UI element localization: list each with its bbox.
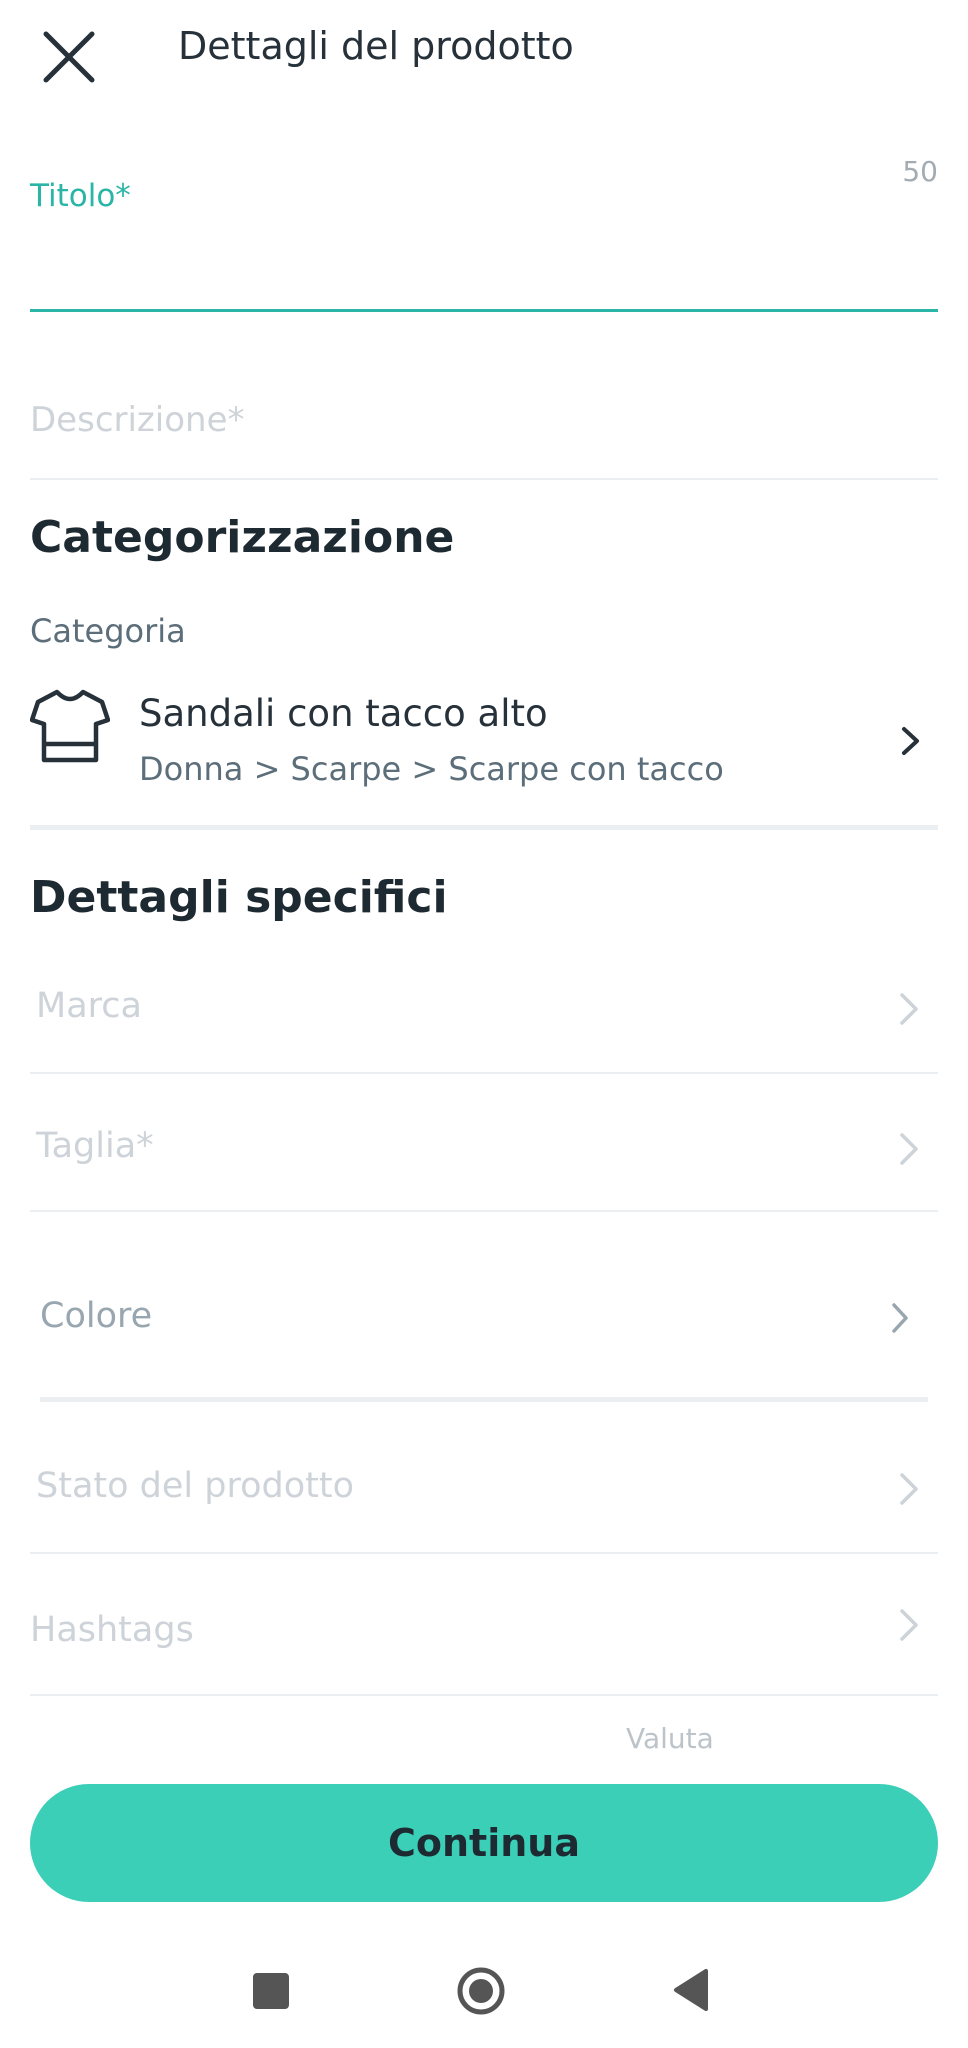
- brand-selector[interactable]: Marca: [30, 940, 938, 1074]
- home-button-icon[interactable]: [455, 1965, 507, 2017]
- hashtags-label: Hashtags: [30, 1610, 194, 1650]
- tshirt-icon: [30, 689, 110, 763]
- chevron-right-icon: [902, 727, 919, 755]
- title-input[interactable]: [30, 220, 938, 312]
- description-field[interactable]: Descrizione*: [30, 360, 938, 480]
- color-selector[interactable]: Colore: [40, 1240, 928, 1402]
- page-title: Dettagli del prodotto: [178, 24, 574, 68]
- size-selector[interactable]: Taglia*: [30, 1074, 938, 1212]
- continue-button[interactable]: Continua: [30, 1784, 938, 1902]
- chevron-right-icon: [900, 1609, 918, 1641]
- chevron-right-icon: [892, 1303, 908, 1333]
- hashtags-selector[interactable]: Hashtags: [30, 1554, 938, 1696]
- condition-label: Stato del prodotto: [36, 1466, 354, 1506]
- title-label: Titolo*: [30, 178, 131, 214]
- category-path: Donna > Scarpe > Scarpe con tacco: [139, 750, 724, 788]
- title-char-counter: 50: [902, 155, 938, 188]
- chevron-right-icon: [900, 1133, 918, 1165]
- categorization-heading: Categorizzazione: [30, 512, 455, 563]
- category-label: Categoria: [30, 612, 186, 650]
- color-label: Colore: [40, 1296, 153, 1336]
- close-icon: [43, 31, 95, 83]
- recent-apps-button[interactable]: [253, 1973, 289, 2009]
- condition-selector[interactable]: Stato del prodotto: [30, 1410, 938, 1554]
- description-placeholder: Descrizione*: [30, 400, 245, 440]
- category-selector[interactable]: Sandali con tacco alto Donna > Scarpe > …: [30, 672, 938, 830]
- category-name: Sandali con tacco alto: [139, 692, 548, 735]
- currency-label: Valuta: [626, 1722, 714, 1755]
- brand-label: Marca: [36, 986, 142, 1026]
- chevron-right-icon: [900, 1473, 918, 1505]
- chevron-right-icon: [900, 993, 918, 1025]
- back-triangle-icon[interactable]: [670, 1967, 710, 2013]
- close-button[interactable]: [30, 18, 108, 96]
- size-label: Taglia*: [36, 1126, 154, 1166]
- details-heading: Dettagli specifici: [30, 872, 448, 923]
